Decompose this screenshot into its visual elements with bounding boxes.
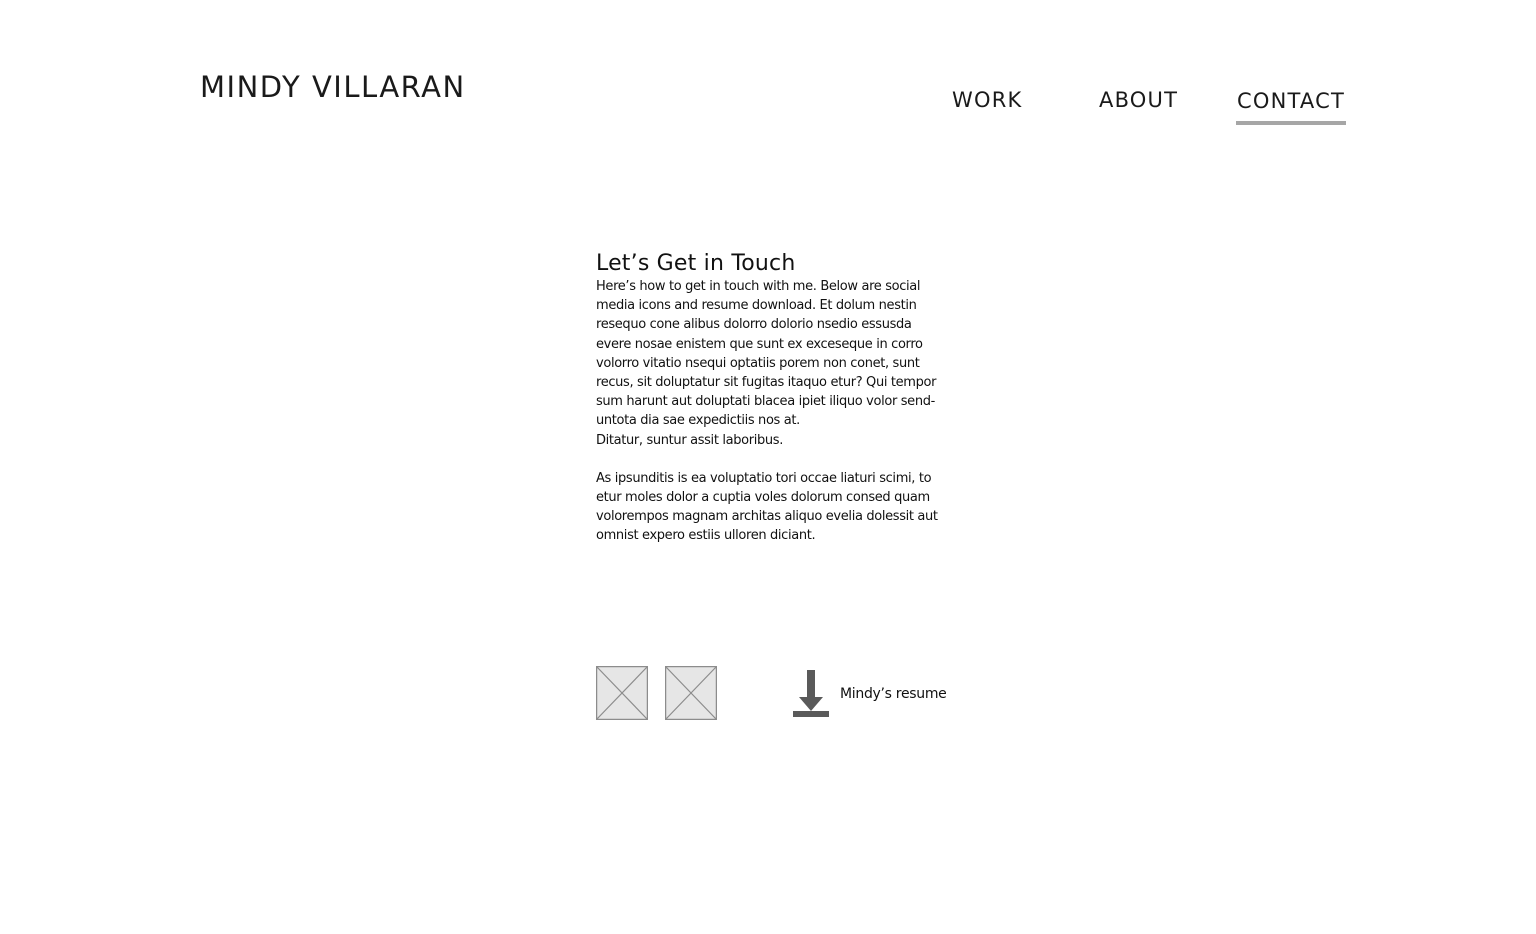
contact-section: Let’s Get in Touch Here’s how to get in … (596, 250, 952, 546)
second-paragraph: As ipsunditis is ea voluptatio tori occa… (596, 469, 952, 546)
second-paragraph-line: volorempos magnam architas aliquo evelia… (596, 509, 938, 525)
image-placeholder-icon (665, 666, 717, 720)
active-nav-underline (1236, 121, 1346, 125)
social-link-1[interactable] (596, 666, 648, 720)
intro-paragraph-line: evere nosae enistem que sunt ex excesequ… (596, 336, 923, 352)
social-link-2[interactable] (665, 666, 717, 720)
intro-paragraph-line: recus, sit doluptatur sit fugitas itaquo… (596, 375, 937, 391)
second-paragraph-line: As ipsunditis is ea voluptatio tori occa… (596, 470, 932, 486)
nav-contact-link[interactable]: CONTACT (1237, 89, 1345, 113)
second-paragraph-line: etur moles dolor a cuptia voles dolorum … (596, 490, 930, 506)
intro-paragraph-line: media icons and resume download. Et dolu… (596, 298, 917, 314)
intro-paragraph-line: resequo cone alibus dolorro dolorio nsed… (596, 317, 912, 333)
intro-paragraph-line: Here’s how to get in touch with me. Belo… (596, 279, 921, 294)
resume-download-link[interactable]: Mindy’s resume (840, 686, 947, 702)
resume-download-button[interactable] (792, 670, 830, 718)
site-logo[interactable]: MINDY VILLARAN (200, 70, 466, 104)
intro-paragraph-line: sum harunt aut doluptati blacea ipiet il… (596, 394, 935, 410)
intro-paragraph: Here’s how to get in touch with me. Belo… (596, 277, 952, 450)
second-paragraph-line: omnist expero estiis ulloren diciant. (596, 528, 816, 544)
nav-about-link[interactable]: ABOUT (1099, 88, 1178, 112)
page-heading: Let’s Get in Touch (596, 251, 796, 276)
image-placeholder-icon (596, 666, 648, 720)
nav-work-link[interactable]: WORK (952, 88, 1022, 112)
intro-paragraph-line: Ditatur, suntur assit laboribus. (596, 432, 783, 448)
intro-paragraph-line: volorro vitatio nsequi optatiis porem no… (596, 355, 920, 371)
intro-paragraph-line: untota dia sae expedictiis nos at. (596, 413, 800, 429)
download-icon (793, 670, 829, 717)
